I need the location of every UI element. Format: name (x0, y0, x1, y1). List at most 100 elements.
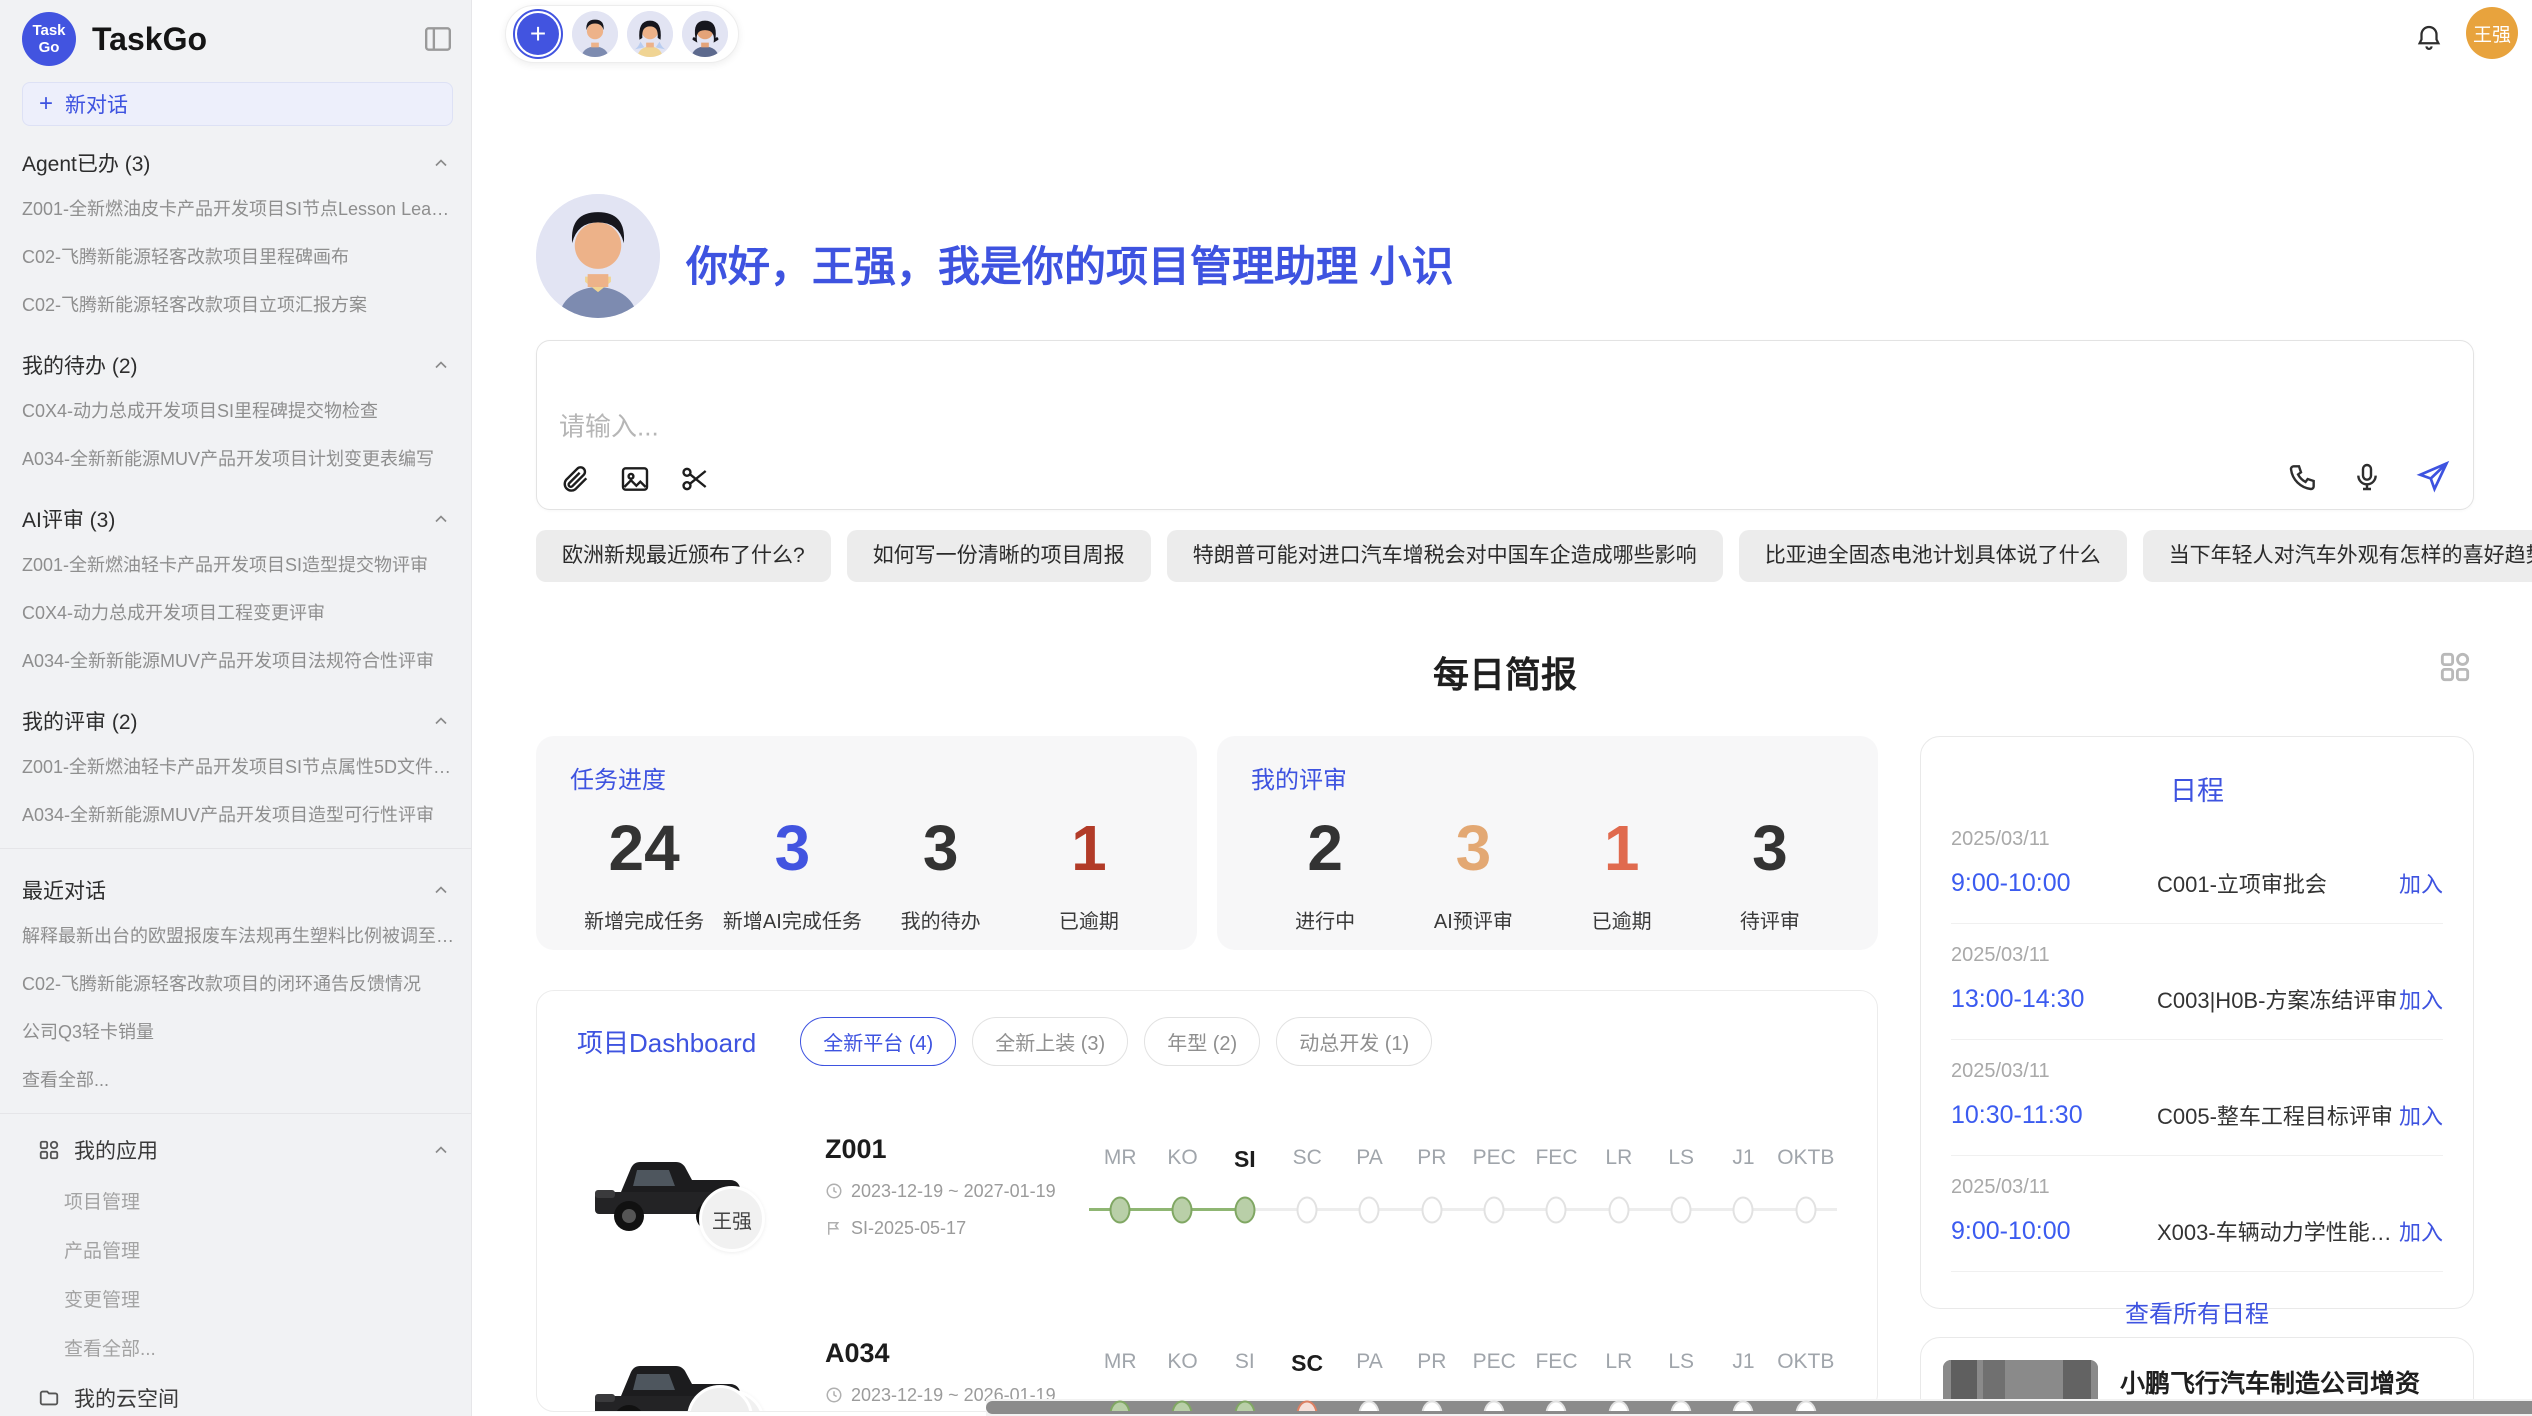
suggestion-chip[interactable]: 特朗普可能对进口汽车增税会对中国车企造成哪些影响 (1167, 530, 1723, 582)
sidebar-item[interactable]: 解释最新出台的欧盟报废车法规再生塑料比例被调至15%... (0, 911, 471, 959)
milestone-label: LR (1588, 1350, 1650, 1377)
join-button[interactable]: 加入 (2399, 1215, 2443, 1247)
schedule-time: 10:30-11:30 (1951, 1101, 2123, 1130)
tab-new-platform[interactable]: 全新平台 (4) (800, 1017, 956, 1066)
suggestion-chip[interactable]: 比亚迪全固态电池计划具体说了什么 (1739, 530, 2127, 582)
composer-attachment-tools (559, 463, 711, 495)
section-header[interactable]: 我的评审 (2) (0, 690, 471, 742)
tab-powertrain[interactable]: 动总开发 (1) (1276, 1017, 1432, 1066)
sidebar-item[interactable]: Z001-全新燃油皮卡产品开发项目SI节点Lesson Learn报告 (0, 184, 471, 232)
section-header[interactable]: AI评审 (3) (0, 488, 471, 540)
milestone-label: KO (1151, 1350, 1213, 1377)
app-title: TaskGo (92, 21, 207, 58)
section-header[interactable]: Agent已办 (3) (0, 132, 471, 184)
chevron-up-icon[interactable] (431, 711, 451, 731)
send-icon[interactable] (2415, 459, 2451, 495)
tab-model-year[interactable]: 年型 (2) (1144, 1017, 1260, 1066)
sidebar-item-my-apps[interactable]: 我的应用 (22, 1124, 471, 1176)
schedule-card: 日程 2025/03/11 9:00-10:00 C001-立项审批会 加入 2… (1920, 736, 2474, 1309)
milestone-dot-pending (1588, 1193, 1650, 1227)
milestone-label: OKTB (1775, 1350, 1837, 1377)
my-review-card: 我的评审 2 进行中 3 AI预评审 1 (1217, 736, 1878, 950)
sidebar-item[interactable]: A034-全新新能源MUV产品开发项目造型可行性评审 (0, 790, 471, 838)
agent-quick-bar: + (505, 5, 739, 63)
schedule-item: 2025/03/11 13:00-14:30 C003|H0B-方案冻结评审 加… (1951, 924, 2443, 1040)
join-button[interactable]: 加入 (2399, 1099, 2443, 1131)
sidebar-item[interactable]: C02-飞腾新能源轻客改款项目立项汇报方案 (0, 280, 471, 328)
chat-composer[interactable]: 请输入... (536, 340, 2474, 510)
greeting-title: 你好，王强，我是你的项目管理助理 小识 (686, 233, 1454, 294)
sidebar-item[interactable]: A034-全新新能源MUV产品开发项目计划变更表编写 (0, 434, 471, 482)
scrollbar-thumb[interactable] (986, 1401, 2532, 1414)
join-button[interactable]: 加入 (2399, 867, 2443, 899)
sidebar-item[interactable]: C0X4-动力总成开发项目SI里程碑提交物检查 (0, 386, 471, 434)
project-row-a034[interactable]: 王强 A034 2023-12-19 ~ 2026-01-19 SC-2025-… (577, 1306, 1837, 1412)
sidebar-item-project-mgmt[interactable]: 项目管理 (22, 1176, 471, 1225)
agent-avatar-3[interactable] (682, 11, 728, 57)
project-code: A034 (825, 1338, 1089, 1369)
section-agent-done: Agent已办 (3) Z001-全新燃油皮卡产品开发项目SI节点Lesson … (0, 132, 471, 328)
add-agent-button[interactable]: + (513, 9, 563, 59)
suggestion-chip[interactable]: 如何写一份清晰的项目周报 (847, 530, 1151, 582)
scissors-icon[interactable] (679, 463, 711, 495)
sidebar-item[interactable]: Z001-全新燃油轻卡产品开发项目SI节点属性5D文件评审 (0, 742, 471, 790)
view-all-schedule-link[interactable]: 查看所有日程 (1951, 1294, 2443, 1329)
section-header[interactable]: 我的待办 (2) (0, 334, 471, 386)
chevron-up-icon[interactable] (431, 509, 451, 529)
project-dates: 2023-12-19 ~ 2027-01-19 (825, 1181, 1089, 1202)
agent-avatar-2[interactable] (627, 11, 673, 57)
daily-briefing-header: 每日简报 (536, 646, 2474, 698)
milestone-label: KO (1151, 1146, 1213, 1173)
section-title: AI评审 (3) (22, 504, 115, 534)
sidebar-item-view-all[interactable]: 查看全部... (0, 1055, 471, 1103)
phone-icon[interactable] (2287, 461, 2319, 493)
chevron-up-icon[interactable] (431, 880, 451, 900)
stat-ai-prereview: 3 AI预评审 (1399, 813, 1547, 934)
horizontal-scrollbar[interactable] (986, 1399, 2532, 1416)
sidebar-item-product-mgmt[interactable]: 产品管理 (22, 1225, 471, 1274)
sidebar-item[interactable]: 公司Q3轻卡销量 (0, 1007, 471, 1055)
left-column: 任务进度 24 新增完成任务 3 新增AI完成任务 3 (536, 736, 1878, 1412)
milestone-label: PEC (1463, 1350, 1525, 1377)
milestone-label: PR (1401, 1350, 1463, 1377)
project-row-z001[interactable]: 王强 Z001 2023-12-19 ~ 2027-01-19 SI-2025-… (577, 1102, 1837, 1270)
stat-value: 1 (1015, 813, 1163, 883)
sidebar-item[interactable]: A034-全新新能源MUV产品开发项目法规符合性评审 (0, 636, 471, 684)
schedule-item: 2025/03/11 10:30-11:30 C005-整车工程目标评审 加入 (1951, 1040, 2443, 1156)
section-header[interactable]: 最近对话 (0, 859, 471, 911)
image-icon[interactable] (619, 463, 651, 495)
agent-avatar-1[interactable] (572, 11, 618, 57)
notification-bell-icon[interactable] (2414, 22, 2444, 52)
sidebar-item[interactable]: C0X4-动力总成开发项目工程变更评审 (0, 588, 471, 636)
sidebar-item[interactable]: Z001-全新燃油轻卡产品开发项目SI造型提交物评审 (0, 540, 471, 588)
schedule-time: 9:00-10:00 (1951, 1217, 2123, 1246)
sidebar-item[interactable]: C02-飞腾新能源轻客改款项目的闭环通告反馈情况 (0, 959, 471, 1007)
sidebar-item[interactable]: C02-飞腾新能源轻客改款项目里程碑画布 (0, 232, 471, 280)
section-recent-chats: 最近对话 解释最新出台的欧盟报废车法规再生塑料比例被调至15%... C02-飞… (0, 859, 471, 1103)
composer-send-tools (2287, 459, 2451, 495)
layout-grid-icon[interactable] (2436, 648, 2474, 686)
stat-value: 3 (718, 813, 866, 883)
suggestion-chip[interactable]: 欧洲新规最近颁布了什么? (536, 530, 831, 582)
news-title: 小鹏飞行汽车制造公司增资 (2120, 1364, 2451, 1400)
daily-briefing-title: 每日简报 (1433, 646, 1577, 698)
chevron-up-icon[interactable] (431, 1140, 451, 1160)
tab-new-body[interactable]: 全新上装 (3) (972, 1017, 1128, 1066)
join-button[interactable]: 加入 (2399, 983, 2443, 1015)
milestone-dot-done (1214, 1193, 1276, 1227)
stat-label: 已逾期 (1548, 905, 1696, 934)
microphone-icon[interactable] (2351, 461, 2383, 493)
chevron-up-icon[interactable] (431, 153, 451, 173)
user-avatar[interactable]: 王强 (2466, 7, 2518, 59)
paperclip-icon[interactable] (559, 463, 591, 495)
sidebar-collapse-icon[interactable] (423, 26, 453, 52)
app-label: 产品管理 (64, 1236, 140, 1263)
new-chat-button[interactable]: + 新对话 (22, 82, 453, 126)
project-info: Z001 2023-12-19 ~ 2027-01-19 SI-2025-05-… (825, 1134, 1089, 1239)
sidebar-item-change-mgmt[interactable]: 变更管理 (22, 1274, 471, 1323)
task-progress-card: 任务进度 24 新增完成任务 3 新增AI完成任务 3 (536, 736, 1197, 950)
chevron-up-icon[interactable] (431, 355, 451, 375)
sidebar-item-apps-view-all[interactable]: 查看全部... (22, 1323, 471, 1372)
suggestion-chip[interactable]: 当下年轻人对汽车外观有怎样的喜好趋势 (2143, 530, 2532, 582)
sidebar-item-cloud-space[interactable]: 我的云空间 (22, 1372, 471, 1416)
